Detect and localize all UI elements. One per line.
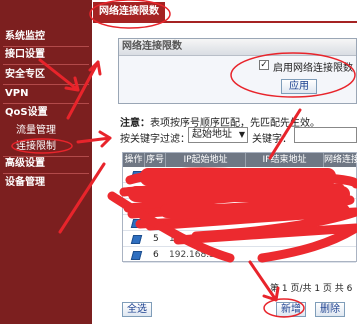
add-button[interactable]: 新增 [276, 302, 306, 317]
select-all-button[interactable]: 全选 [122, 302, 152, 317]
edit-icon[interactable] [130, 187, 143, 196]
sidebar-item-security[interactable]: 安全专区 [0, 66, 92, 84]
rules-table: 操作 序号 IP起始地址 IP结束地址 网络连接 5 192.168.55. 6… [122, 152, 357, 263]
sidebar-item-advanced[interactable]: 高级设置 [0, 155, 92, 173]
header-ip-start: IP起始地址 [166, 153, 246, 167]
header-index: 序号 [145, 153, 166, 167]
sidebar-item-device[interactable]: 设备管理 [0, 174, 92, 192]
table-row [123, 185, 356, 199]
table-header: 操作 序号 IP起始地址 IP结束地址 网络连接 [123, 153, 357, 167]
settings-panel: 网络连接限数 ✓ 启用网络连接限数 应用 [118, 38, 357, 104]
row-ip-start: 192.168.55. [169, 234, 224, 244]
table-row: 6 192.168.55. [123, 249, 356, 263]
sidebar: 系统监控 接口设置 安全专区 VPN QoS设置 流量管理 连接限制 高级设置 … [0, 0, 92, 324]
sidebar-item-system-monitor[interactable]: 系统监控 [0, 28, 92, 46]
filter-selected-value: 起始地址 [192, 129, 232, 140]
sidebar-item-vpn[interactable]: VPN [0, 85, 92, 103]
enable-checkbox[interactable]: ✓ [259, 60, 269, 70]
chevron-down-icon: ▼ [238, 130, 245, 139]
divider [3, 64, 89, 65]
row-ip-start: 192.168.55. [169, 250, 224, 260]
row-index: 5 [153, 234, 159, 244]
header-ip-end: IP结束地址 [246, 153, 324, 167]
sidebar-item-interface[interactable]: 接口设置 [0, 46, 92, 64]
header-operation: 操作 [123, 153, 145, 167]
edit-icon[interactable] [130, 219, 143, 228]
edit-icon[interactable] [130, 171, 143, 180]
table-row [123, 217, 356, 231]
note-prefix: 注意： [120, 118, 150, 129]
filter-label: 按关键字过滤： [120, 134, 190, 145]
row-index: 6 [153, 250, 159, 260]
edit-icon[interactable] [130, 235, 143, 244]
keyword-input[interactable] [294, 127, 357, 143]
header-connections: 网络连接 [324, 155, 357, 165]
enable-label: 启用网络连接限数 [273, 63, 353, 74]
delete-button[interactable]: 删除 [315, 302, 345, 317]
apply-button[interactable]: 应用 [281, 79, 317, 94]
filter-select[interactable]: 起始地址 ▼ [188, 127, 248, 143]
tab-connection-limit[interactable]: 网络连接限数 [93, 2, 165, 21]
panel-title: 网络连接限数 [119, 39, 356, 56]
edit-icon[interactable] [130, 251, 143, 260]
keyword-label: 关键字： [252, 134, 292, 145]
tab-underline [93, 21, 357, 23]
edit-icon[interactable] [130, 203, 143, 212]
table-row [123, 169, 356, 183]
table-row: 5 192.168.55. [123, 233, 356, 247]
table-row [123, 201, 356, 215]
sidebar-item-qos[interactable]: QoS设置 [0, 104, 92, 122]
pager-text: 第 1 页/共 1 页 共 6 [270, 284, 353, 294]
sidebar-item-connection-limit[interactable]: 连接限制 [0, 138, 92, 156]
